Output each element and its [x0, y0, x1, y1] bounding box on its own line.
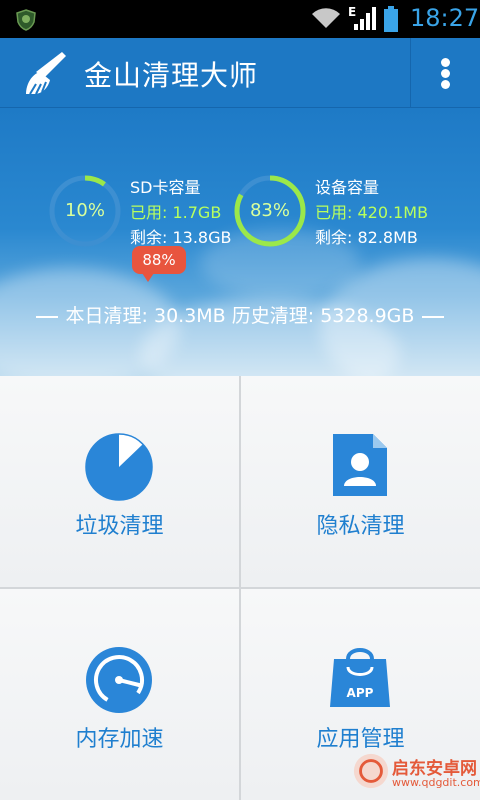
summary-left-dash	[35, 315, 58, 318]
broom-icon	[26, 52, 66, 95]
app-header: 金山清理大师	[0, 38, 480, 108]
device-title: 设备容量	[315, 178, 380, 197]
tile-privacy-clean[interactable]: 隐私清理	[241, 376, 480, 587]
watermark-url: www.qdgdit.com	[392, 776, 480, 789]
pie-chart-icon	[85, 433, 153, 501]
network-type: E	[348, 5, 357, 19]
sd-used: 已用: 1.7GB	[130, 203, 222, 222]
contact-file-icon	[333, 434, 387, 496]
sd-title: SD卡容量	[130, 178, 201, 197]
watermark-logo-icon	[353, 753, 389, 789]
tile-label: 隐私清理	[316, 514, 405, 539]
sd-usage-percent: 10%	[64, 200, 105, 221]
device-usage-gauge: 83%	[233, 174, 307, 248]
feature-grid: 垃圾清理 隐私清理 内存加速 APP 应用管理	[0, 376, 480, 800]
signal-icon: E	[346, 5, 376, 32]
device-usage-percent: 83%	[249, 200, 290, 221]
storage-overview: 10% SD卡容量 已用: 1.7GB 剩余: 13.8GB 83% 设备容量 …	[0, 108, 480, 376]
tile-label: 内存加速	[75, 727, 164, 752]
summary-right-dash	[422, 315, 445, 318]
grid-horizontal-divider	[0, 587, 480, 589]
clean-summary: 本日清理: 30.3MB 历史清理: 5328.9GB	[0, 301, 480, 328]
sd-stats: SD卡容量 已用: 1.7GB 剩余: 13.8GB	[130, 175, 231, 250]
device-stats: 设备容量 已用: 420.1MB 剩余: 82.8MB	[315, 175, 428, 250]
tile-label: 垃圾清理	[75, 514, 164, 539]
memory-badge: 88%	[132, 246, 186, 282]
app-shield-icon	[16, 9, 36, 31]
app-bag-text: APP	[347, 686, 374, 700]
wifi-icon	[312, 8, 340, 29]
status-bar: E 18:27	[0, 0, 480, 38]
tile-junk-clean[interactable]: 垃圾清理	[0, 376, 239, 587]
device-used: 已用: 420.1MB	[315, 203, 429, 222]
status-time: 18:27	[410, 4, 480, 32]
tile-memory-boost[interactable]: 内存加速	[0, 589, 239, 800]
device-free: 剩余: 82.8MB	[315, 228, 418, 247]
overflow-menu-icon[interactable]	[411, 38, 480, 108]
app-bag-icon: APP	[330, 648, 390, 707]
battery-icon	[384, 6, 398, 32]
speedometer-icon	[86, 647, 152, 713]
app-title: 金山清理大师	[84, 59, 259, 92]
summary-text: 本日清理: 30.3MB 历史清理: 5328.9GB	[65, 305, 415, 327]
sd-usage-gauge: 10%	[48, 174, 122, 248]
watermark: 启东安卓网 www.qdgdit.com	[350, 746, 480, 800]
